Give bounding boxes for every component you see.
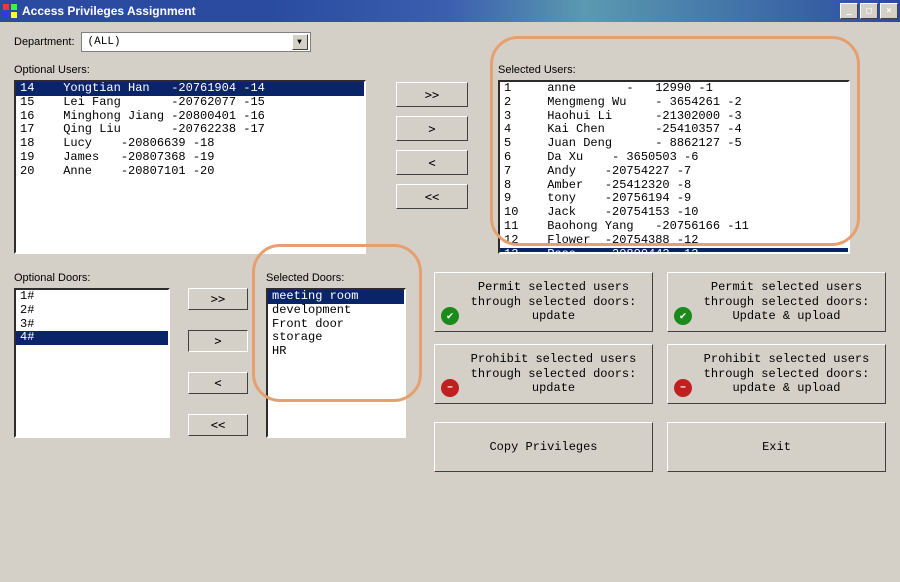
list-item[interactable]: 3#: [16, 318, 168, 332]
permit-upload-button[interactable]: ✔ Permit selected users through selected…: [667, 272, 886, 332]
list-item[interactable]: 8 Amber -25412320 -8: [500, 179, 848, 193]
app-icon: [2, 3, 18, 19]
list-item[interactable]: 15 Lei Fang -20762077 -15: [16, 96, 364, 110]
list-item[interactable]: 9 tony -20756194 -9: [500, 192, 848, 206]
list-item[interactable]: 20 Anne -20807101 -20: [16, 165, 364, 179]
door-move-one-right-button[interactable]: >: [188, 330, 248, 352]
prohibit-no-icon: –: [674, 379, 692, 397]
list-item[interactable]: 4#: [16, 331, 168, 345]
permit-ok-icon: ✔: [674, 307, 692, 325]
optional-users-list[interactable]: 14 Yongtian Han -20761904 -1415 Lei Fang…: [14, 80, 366, 254]
list-item[interactable]: 19 James -20807368 -19: [16, 151, 364, 165]
list-item[interactable]: 5 Juan Deng - 8862127 -5: [500, 137, 848, 151]
department-label: Department:: [14, 36, 75, 48]
list-item[interactable]: 10 Jack -20754153 -10: [500, 206, 848, 220]
list-item[interactable]: 13 Rose -20800442 -13: [500, 248, 848, 254]
selected-users-label: Selected Users:: [498, 64, 850, 76]
list-item[interactable]: 14 Yongtian Han -20761904 -14: [16, 82, 364, 96]
selected-users-list[interactable]: 1 anne - 12990 -12 Mengmeng Wu - 3654261…: [498, 80, 850, 254]
list-item[interactable]: Front door: [268, 318, 404, 332]
list-item[interactable]: 4 Kai Chen -25410357 -4: [500, 123, 848, 137]
move-one-left-button[interactable]: <: [396, 150, 468, 175]
close-button[interactable]: ×: [880, 3, 898, 19]
selected-doors-label: Selected Doors:: [266, 272, 406, 284]
move-one-right-button[interactable]: >: [396, 116, 468, 141]
door-move-one-left-button[interactable]: <: [188, 372, 248, 394]
list-item[interactable]: 2 Mengmeng Wu - 3654261 -2: [500, 96, 848, 110]
list-item[interactable]: 3 Haohui Li -21302000 -3: [500, 110, 848, 124]
department-value: (ALL): [88, 36, 121, 48]
optional-doors-list[interactable]: 1#2#3#4#: [14, 288, 170, 438]
move-all-left-button[interactable]: <<: [396, 184, 468, 209]
list-item[interactable]: 11 Baohong Yang -20756166 -11: [500, 220, 848, 234]
permit-update-button[interactable]: ✔ Permit selected users through selected…: [434, 272, 653, 332]
list-item[interactable]: 16 Minghong Jiang -20800401 -16: [16, 110, 364, 124]
minimize-button[interactable]: _: [840, 3, 858, 19]
list-item[interactable]: development: [268, 304, 404, 318]
exit-button[interactable]: Exit: [667, 422, 886, 472]
permit-ok-icon: ✔: [441, 307, 459, 325]
list-item[interactable]: 12 Flower -20754388 -12: [500, 234, 848, 248]
door-move-all-right-button[interactable]: >>: [188, 288, 248, 310]
window-controls: _ □ ×: [838, 3, 898, 19]
dropdown-arrow-icon: ▼: [292, 34, 308, 50]
optional-users-label: Optional Users:: [14, 64, 366, 76]
list-item[interactable]: 1 anne - 12990 -1: [500, 82, 848, 96]
list-item[interactable]: storage: [268, 331, 404, 345]
list-item[interactable]: 2#: [16, 304, 168, 318]
list-item[interactable]: 1#: [16, 290, 168, 304]
list-item[interactable]: meeting room: [268, 290, 404, 304]
prohibit-upload-button[interactable]: – Prohibit selected users through select…: [667, 344, 886, 404]
maximize-button[interactable]: □: [860, 3, 878, 19]
department-select[interactable]: (ALL) ▼: [81, 32, 311, 52]
window-title: Access Privileges Assignment: [22, 4, 196, 18]
list-item[interactable]: 18 Lucy -20806639 -18: [16, 137, 364, 151]
list-item[interactable]: 17 Qing Liu -20762238 -17: [16, 123, 364, 137]
list-item[interactable]: 6 Da Xu - 3650503 -6: [500, 151, 848, 165]
move-all-right-button[interactable]: >>: [396, 82, 468, 107]
prohibit-update-button[interactable]: – Prohibit selected users through select…: [434, 344, 653, 404]
list-item[interactable]: HR: [268, 345, 404, 359]
door-move-all-left-button[interactable]: <<: [188, 414, 248, 436]
selected-doors-list[interactable]: meeting roomdevelopmentFront doorstorage…: [266, 288, 406, 438]
prohibit-no-icon: –: [441, 379, 459, 397]
optional-doors-label: Optional Doors:: [14, 272, 170, 284]
window-titlebar: Access Privileges Assignment _ □ ×: [0, 0, 900, 22]
copy-privileges-button[interactable]: Copy Privileges: [434, 422, 653, 472]
list-item[interactable]: 7 Andy -20754227 -7: [500, 165, 848, 179]
